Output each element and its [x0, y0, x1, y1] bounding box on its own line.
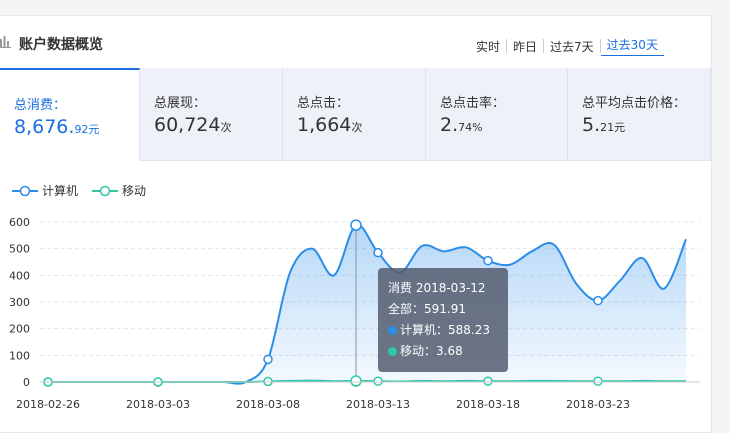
tooltip-computer: 计算机：588.23	[388, 320, 498, 341]
metric-total-impressions[interactable]: 总展现： 60,724次	[140, 68, 283, 161]
metric-label: 总点击：	[297, 96, 350, 111]
spend-line-chart[interactable]: 0 100 200 300 400 500 600 2018-02-26 2018-03-03 2…	[0, 200, 712, 420]
mobile-data-point	[373, 376, 383, 386]
metric-label: 总点击率：	[440, 96, 506, 111]
range-yesterday[interactable]: 昨日	[507, 38, 543, 55]
computer-data-point	[593, 295, 603, 306]
range-30-days[interactable]: 过去30天	[600, 36, 664, 56]
legend-label: 计算机	[42, 184, 79, 198]
metric-avg-click-price[interactable]: 总平均点击价格： 5.21元	[568, 68, 711, 161]
bar-chart-icon	[0, 36, 11, 48]
metric-value: 1,664次	[297, 114, 363, 136]
metric-label: 总消费：	[14, 98, 67, 113]
legend-item-computer[interactable]: 计算机	[12, 182, 78, 199]
x-tick-label: 2018-03-23	[566, 398, 630, 411]
y-tick-label: 400	[9, 269, 30, 282]
computer-data-point	[373, 247, 383, 258]
metric-label: 总展现：	[154, 96, 207, 111]
computer-data-point	[263, 354, 273, 365]
x-tick-label: 2018-03-08	[236, 398, 300, 411]
y-tick-label: 100	[9, 349, 30, 362]
tooltip-mobile: 移动：3.68	[388, 341, 498, 362]
y-tick-label: 300	[9, 296, 30, 309]
mobile-data-point	[263, 376, 273, 387]
time-range-selector: 实时 昨日 过去7天 过去30天	[470, 36, 664, 56]
y-tick-label: 0	[23, 376, 30, 389]
metric-total-clicks[interactable]: 总点击： 1,664次	[283, 68, 426, 161]
x-tick-label: 2018-03-03	[126, 398, 190, 411]
metric-value: 2.74%	[440, 114, 483, 136]
tooltip-title: 消费 2018-03-12	[388, 281, 486, 295]
mobile-data-point	[593, 376, 603, 386]
x-tick-label: 2018-03-18	[456, 398, 520, 411]
chart-legend: 计算机 移动	[12, 182, 160, 199]
metric-click-rate[interactable]: 总点击率： 2.74%	[426, 68, 568, 161]
tooltip-total: 全部：591.91	[388, 302, 466, 316]
legend-label: 移动	[122, 184, 147, 198]
range-realtime[interactable]: 实时	[470, 38, 506, 55]
range-7-days[interactable]: 过去7天	[544, 38, 600, 55]
metric-tabs: 总消费： 8,676.92元 总展现： 60,724次 总点击： 1,664次 …	[0, 68, 711, 161]
y-tick-label: 200	[9, 323, 30, 336]
page-title: 账户数据概览	[19, 37, 103, 53]
metric-value: 60,724次	[154, 114, 232, 136]
legend-item-mobile[interactable]: 移动	[92, 182, 146, 199]
x-tick-label: 2018-02-26	[16, 398, 80, 411]
metric-label: 总平均点击价格：	[582, 96, 687, 111]
x-tick-label: 2018-03-13	[346, 398, 410, 411]
computer-data-point	[483, 255, 493, 266]
y-tick-label: 500	[9, 243, 30, 256]
metric-total-spend[interactable]: 总消费： 8,676.92元	[0, 68, 140, 161]
computer-series-area	[48, 224, 686, 384]
computer-data-point	[350, 219, 362, 231]
legend-line-icon	[12, 185, 38, 196]
chart-tooltip: 消费 2018-03-12 全部：591.91 计算机：588.23 移动：3.…	[378, 268, 508, 372]
metric-value: 5.21元	[582, 114, 626, 136]
y-tick-label: 600	[9, 216, 30, 229]
mobile-data-point	[350, 375, 362, 387]
mobile-data-point	[483, 376, 493, 386]
metric-value: 8,676.92元	[14, 116, 100, 138]
legend-line-icon	[92, 185, 119, 196]
